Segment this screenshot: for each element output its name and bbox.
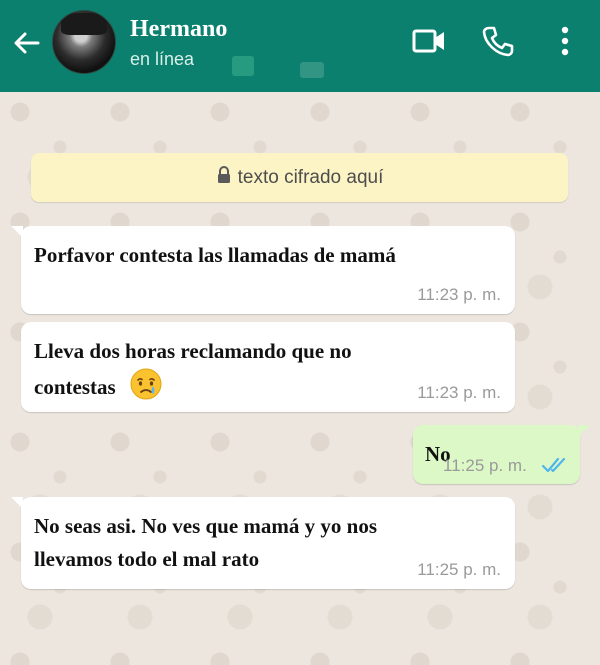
message-text: Porfavor contesta las llamadas de mamá [34, 243, 396, 267]
contact-name[interactable]: Hermano [130, 16, 227, 43]
encryption-notice-text: texto cifrado aquí [237, 166, 384, 188]
phone-icon[interactable] [481, 24, 515, 63]
message-text-line: Lleva dos horas reclamando que no [34, 339, 352, 363]
message-time: 11:25 p. m. [417, 560, 501, 579]
crying-face-emoji-icon [129, 367, 163, 411]
more-vertical-icon[interactable] [555, 24, 575, 63]
lock-icon [216, 165, 232, 190]
message-text-line: contestas [34, 367, 163, 411]
chat-header: Hermano en línea [0, 0, 600, 92]
video-camera-icon[interactable] [411, 24, 447, 63]
back-arrow-icon[interactable] [10, 26, 44, 60]
blurred-patch [300, 62, 324, 78]
message-time: 11:23 p. m. [417, 383, 501, 402]
blurred-patch [232, 56, 254, 76]
message-bubble[interactable]: Lleva dos horas reclamando que no contes… [21, 322, 515, 412]
double-check-icon [541, 455, 569, 480]
encryption-notice[interactable]: texto cifrado aquí [31, 153, 568, 202]
message-time: 11:25 p. m. [443, 456, 527, 475]
message-text-line: No seas asi. No ves que mamá y yo nos [34, 514, 378, 538]
contact-avatar[interactable] [52, 10, 116, 74]
message-time: 11:23 p. m. [417, 285, 501, 304]
message-text-line: llevamos todo el mal rato [34, 547, 260, 571]
contact-status: en línea [130, 49, 195, 69]
message-bubble[interactable]: No seas asi. No ves que mamá y yo nos ll… [11, 497, 515, 589]
message-bubble-outgoing[interactable]: No 11:25 p. m. [413, 425, 590, 484]
message-text-line: contestas [34, 374, 116, 399]
message-bubble[interactable]: Porfavor contesta las llamadas de mamá 1… [11, 226, 515, 314]
